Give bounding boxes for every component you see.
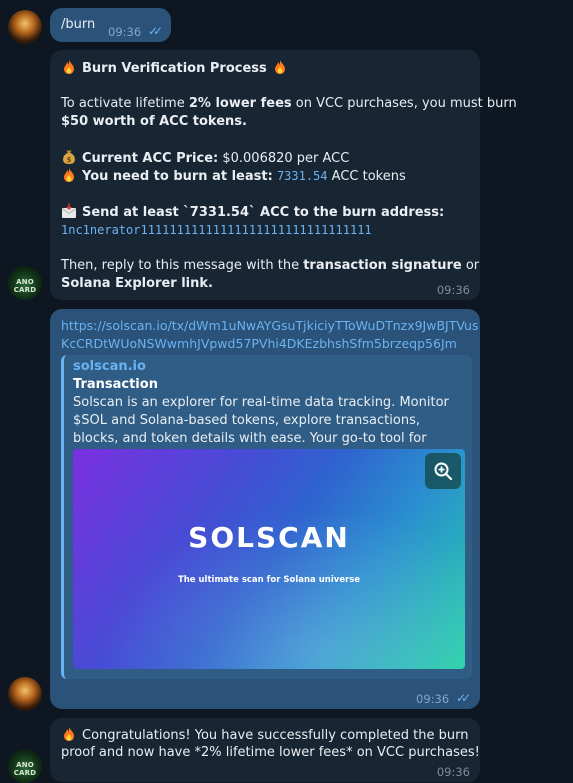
- double-check-icon: ✓✓: [148, 24, 163, 38]
- svg-text:$: $: [67, 156, 72, 164]
- money-bag-icon: $: [63, 150, 75, 164]
- send-instruction-line: Send at least `7331.54` ACC to the burn …: [61, 203, 444, 222]
- incoming-envelope-icon: [61, 203, 77, 218]
- reply-instruction-line2: Solana Explorer link.: [61, 276, 213, 291]
- reply-instruction-line1: Then, reply to this message with the tra…: [61, 258, 480, 273]
- message-time: 09:36: [108, 25, 142, 39]
- bot-avatar[interactable]: ANO CARD: [8, 266, 42, 300]
- transaction-link-line1[interactable]: https://solscan.io/tx/dWm1uNwAYGsuTjkici…: [61, 317, 479, 335]
- solscan-logo: SOLSCAN: [188, 521, 350, 554]
- link-preview[interactable]: solscan.io Transaction Solscan is an exp…: [61, 355, 472, 679]
- fire-icon: [64, 60, 74, 74]
- preview-image[interactable]: SOLSCAN The ultimate scan for Solana uni…: [73, 449, 465, 669]
- solscan-tagline: The ultimate scan for Solana universe: [177, 575, 361, 585]
- image-glow: [73, 469, 465, 669]
- burn-instructions-line2: $50 worth of ACC tokens.: [61, 114, 247, 129]
- burn-instructions-line1: To activate lifetime 2% lower fees on VC…: [61, 96, 517, 111]
- current-price-line: $ Current ACC Price: $0.006820 per ACC: [61, 149, 349, 168]
- burn-process-title: Burn Verification Process: [61, 59, 293, 78]
- burn-command-message[interactable]: /burn 09:36 ✓✓: [50, 8, 171, 42]
- burn-amount-line: You need to burn at least: 7331.54 ACC t…: [61, 167, 406, 186]
- burn-amount-code[interactable]: 7331.54: [277, 169, 328, 183]
- double-check-icon: ✓✓: [456, 691, 471, 705]
- zoom-in-icon: [434, 462, 453, 481]
- message-time: 09:36: [416, 692, 450, 706]
- solscan-link-message[interactable]: https://solscan.io/tx/dWm1uNwAYGsuTjkici…: [50, 309, 480, 709]
- congrats-line2: proof and now have *2% lifetime lower fe…: [61, 745, 480, 760]
- fire-icon: [64, 727, 74, 741]
- congrats-line1: Congratulations! You have successfully c…: [61, 726, 468, 745]
- preview-title: Transaction: [73, 377, 158, 392]
- user-avatar[interactable]: [8, 677, 42, 711]
- fire-icon: [64, 168, 74, 182]
- congrats-message[interactable]: Congratulations! You have successfully c…: [50, 718, 480, 782]
- burn-process-message[interactable]: Burn Verification Process To activate li…: [50, 50, 517, 300]
- message-time: 09:36: [436, 765, 470, 779]
- user-avatar[interactable]: [8, 10, 42, 44]
- fire-icon: [274, 60, 285, 74]
- message-text: /burn: [61, 17, 96, 32]
- bot-avatar[interactable]: ANO CARD: [8, 749, 42, 783]
- transaction-link-line2[interactable]: KcCRDtWUoNSWwmhJVpwd57PVhi4DKEzbhshSfm5b…: [61, 335, 457, 353]
- burn-address-code[interactable]: 1nc1nerator11111111111111111111111111111…: [61, 221, 372, 239]
- preview-site-name: solscan.io: [73, 359, 146, 374]
- message-time: 09:36: [436, 283, 470, 297]
- zoom-in-button[interactable]: [425, 453, 461, 489]
